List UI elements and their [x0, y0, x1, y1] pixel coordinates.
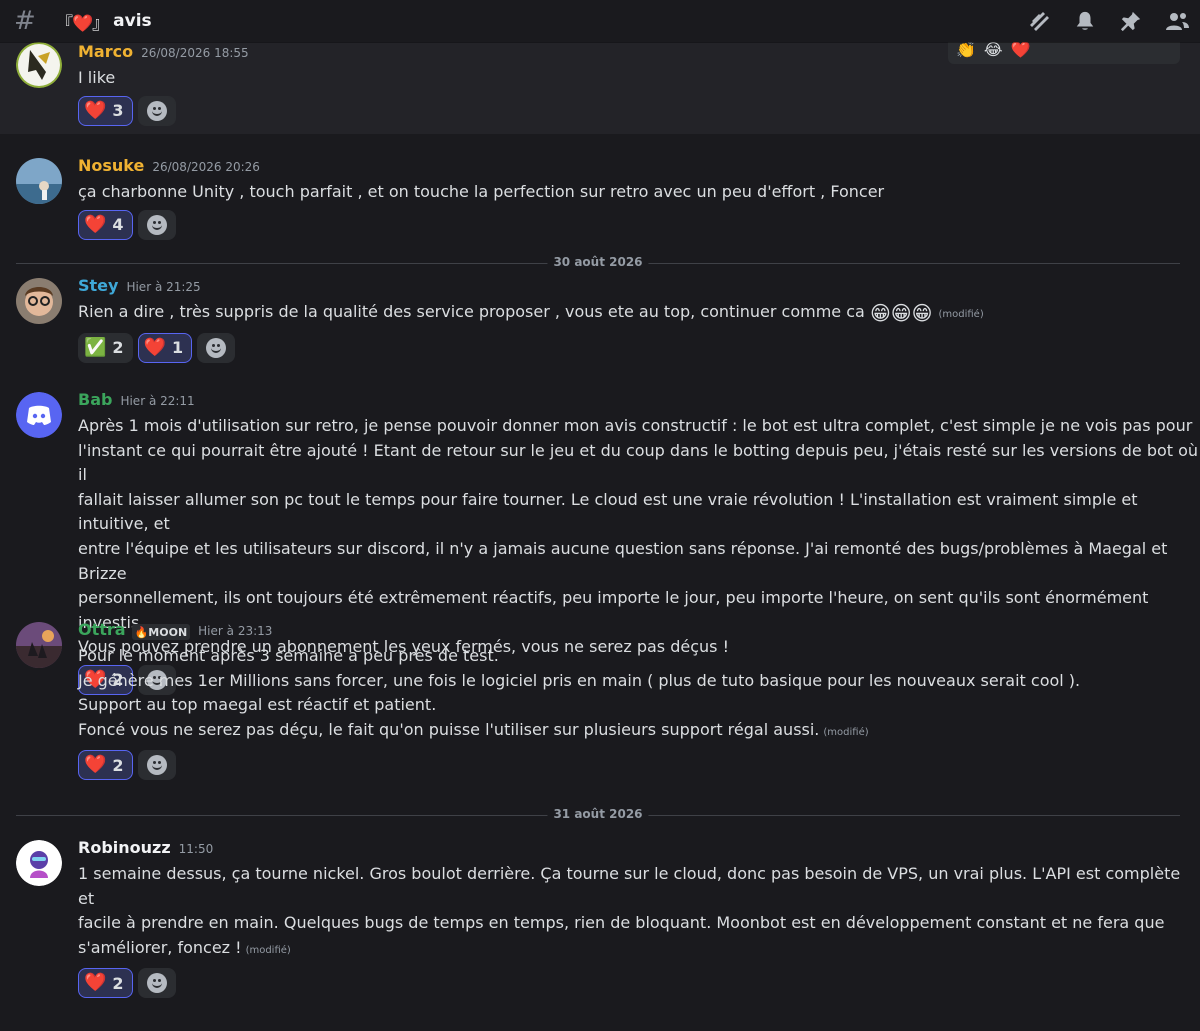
role-badge[interactable]: 🔥MOON — [131, 624, 191, 640]
avatar[interactable] — [16, 840, 62, 886]
username[interactable]: Nosuke — [78, 156, 144, 175]
channel-header: # 『❤️』 avis — [0, 0, 1200, 42]
message-line: Support au top maegal est réactif et pat… — [78, 695, 437, 715]
add-reaction-icon — [206, 337, 227, 358]
edited-label: (modifié) — [245, 944, 291, 956]
timestamp: 11:50 — [178, 842, 214, 856]
add-reaction-icon — [146, 214, 167, 235]
message-line: entre l'équipe et les utilisateurs sur d… — [78, 538, 1168, 583]
channel-hash-icon: # — [14, 6, 36, 36]
pin-icon[interactable] — [1108, 0, 1154, 42]
message-line: facile à prendre en main. Quelques bugs … — [78, 913, 1165, 933]
add-reaction-button[interactable] — [137, 95, 176, 126]
username[interactable]: Robinouzz — [78, 838, 171, 857]
message-line: I like — [78, 68, 116, 87]
add-reaction-button[interactable] — [197, 332, 236, 363]
timestamp: Hier à 22:11 — [120, 394, 195, 408]
message[interactable]: Robinouzz 11:50 1 semaine dessus, ça tou… — [0, 838, 1200, 999]
channel-emoji: 『❤️』 — [56, 13, 109, 34]
message-line: s'améliorer, foncez ! — [78, 937, 242, 957]
avatar[interactable] — [16, 278, 62, 324]
message-line: l'instant ce qui pourrait être ajouté ! … — [78, 440, 1199, 485]
reaction-heart[interactable]: ❤️ 2 — [78, 968, 133, 999]
add-reaction-icon — [146, 755, 167, 776]
threads-icon[interactable] — [1016, 0, 1062, 42]
message[interactable]: Stey Hier à 21:25 Rien a dire , très sup… — [0, 276, 1200, 370]
date-divider: 30 août 2026 — [16, 252, 1180, 274]
avatar[interactable] — [16, 42, 62, 88]
timestamp: 26/08/2026 18:55 — [141, 46, 249, 60]
avatar[interactable] — [16, 158, 62, 204]
timestamp: Hier à 23:13 — [198, 624, 273, 638]
message[interactable]: Bab Hier à 22:11 Après 1 mois d'utilisat… — [0, 390, 1200, 695]
message-list: 👏 😂 ❤️ Marco 26/08/2026 18:55 I like ❤️ 3… — [0, 34, 1200, 999]
add-reaction-icon — [146, 100, 167, 121]
username[interactable]: Marco — [78, 42, 133, 61]
date-divider: 31 août 2026 — [16, 804, 1180, 826]
channel-name: avis — [113, 11, 152, 31]
edited-label: (modifié) — [823, 726, 869, 738]
username[interactable]: Ottra — [78, 620, 126, 639]
username[interactable]: Stey — [78, 276, 118, 295]
avatar[interactable] — [16, 392, 62, 438]
timestamp: 26/08/2026 20:26 — [152, 160, 260, 174]
message-line: Pour le moment après 3 semaine a peu prè… — [78, 646, 499, 665]
timestamp: Hier à 21:25 — [126, 280, 201, 294]
edited-label: (modifié) — [938, 309, 984, 320]
reaction-heart[interactable]: ❤️ 1 — [137, 332, 193, 363]
quick-reaction-heart[interactable]: ❤️ — [1011, 40, 1031, 59]
message-line: Foncé vous ne serez pas déçu, le fait qu… — [78, 719, 820, 739]
message-line: Rien a dire , très suppris de la qualité… — [78, 302, 865, 321]
add-reaction-button[interactable] — [137, 750, 176, 781]
reaction-check[interactable]: ✅ 2 — [78, 332, 133, 363]
message-line: ça charbonne Unity , touch parfait , et … — [78, 182, 885, 201]
message[interactable]: 👏 😂 ❤️ Marco 26/08/2026 18:55 I like ❤️ 3 — [0, 34, 1200, 134]
message-line: Je génère mes 1er Millions sans forcer, … — [78, 670, 1081, 690]
add-reaction-icon — [146, 973, 167, 994]
username[interactable]: Bab — [78, 390, 112, 409]
grin-emoji: 😁😁😁 — [869, 301, 933, 325]
members-icon[interactable] — [1154, 0, 1200, 42]
reaction-heart[interactable]: ❤️ 4 — [78, 209, 133, 240]
message-line: Après 1 mois d'utilisation sur retro, je… — [78, 416, 1193, 435]
add-reaction-button[interactable] — [137, 209, 176, 240]
add-reaction-button[interactable] — [137, 968, 176, 999]
avatar[interactable] — [16, 622, 62, 668]
reaction-heart[interactable]: ❤️ 2 — [78, 750, 133, 781]
message-line: fallait laisser allumer son pc tout le t… — [78, 489, 1138, 534]
message[interactable]: Ottra 🔥MOON Hier à 23:13 Pour le moment … — [0, 620, 1200, 784]
reaction-heart[interactable]: ❤️ 3 — [78, 95, 133, 126]
quick-reaction-clap[interactable]: 👏 — [956, 40, 976, 59]
message-line: 1 semaine dessus, ça tourne nickel. Gros… — [78, 864, 1181, 908]
quick-reaction-laugh[interactable]: 😂 — [984, 40, 1003, 59]
message[interactable]: Nosuke 26/08/2026 20:26 ça charbonne Uni… — [0, 156, 1200, 254]
bell-icon[interactable] — [1062, 0, 1108, 42]
